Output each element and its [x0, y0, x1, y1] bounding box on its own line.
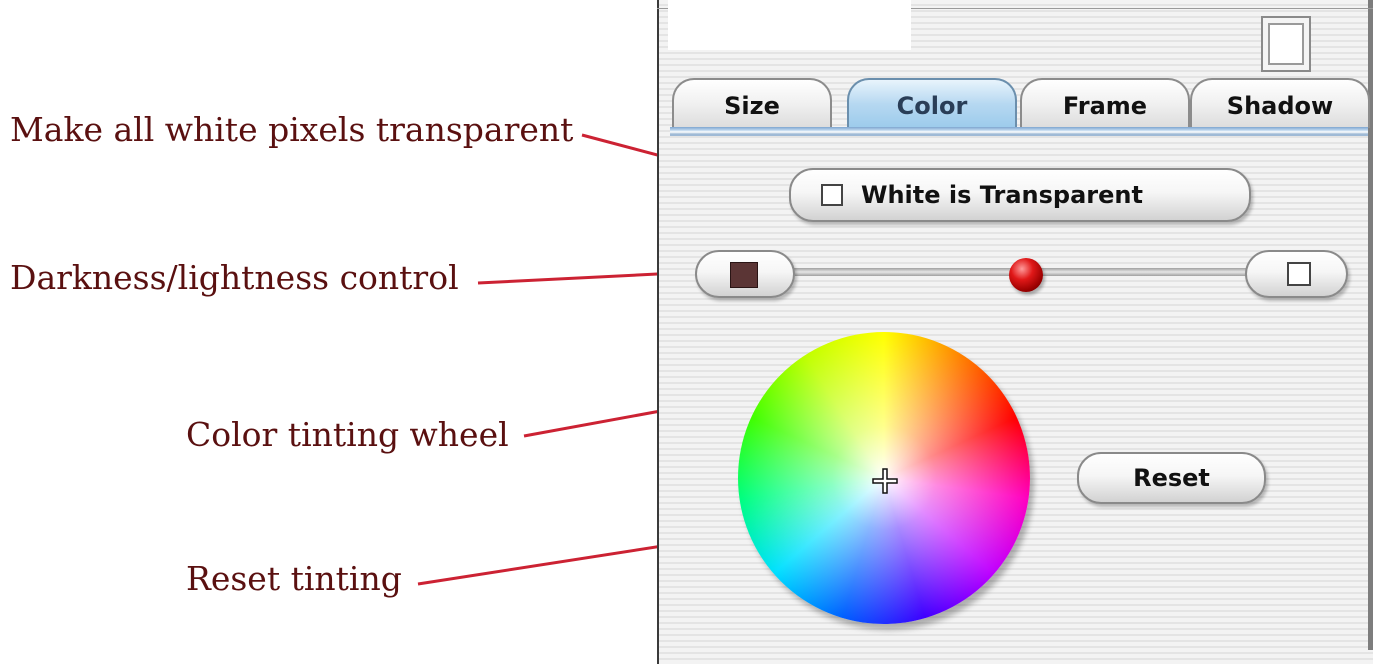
lighter-button[interactable]: [1245, 250, 1348, 298]
crosshair-icon: [872, 468, 898, 494]
white-transparent-label: White is Transparent: [861, 181, 1143, 209]
tab-shadow[interactable]: Shadow: [1190, 78, 1370, 128]
lightness-slider-thumb[interactable]: [1009, 258, 1043, 292]
tab-color[interactable]: Color: [847, 78, 1017, 128]
panel-header-area: [668, 0, 911, 50]
callout-reset-tinting: Reset tinting: [186, 559, 402, 598]
white-transparent-button[interactable]: White is Transparent: [789, 168, 1251, 222]
window-box-icon[interactable]: [1261, 16, 1311, 72]
reset-button[interactable]: Reset: [1077, 452, 1266, 504]
darker-button[interactable]: [695, 250, 795, 298]
checkbox-icon[interactable]: [821, 184, 843, 206]
tab-bar-underline: [670, 127, 1368, 136]
tab-size[interactable]: Size: [672, 78, 832, 128]
dark-swatch-icon: [730, 262, 758, 288]
callout-white-transparent: Make all white pixels transparent: [10, 110, 574, 149]
callout-color-wheel: Color tinting wheel: [186, 415, 509, 454]
callout-darkness-lightness: Darkness/lightness control: [10, 258, 459, 297]
tab-frame[interactable]: Frame: [1020, 78, 1190, 128]
light-swatch-icon: [1287, 262, 1311, 286]
